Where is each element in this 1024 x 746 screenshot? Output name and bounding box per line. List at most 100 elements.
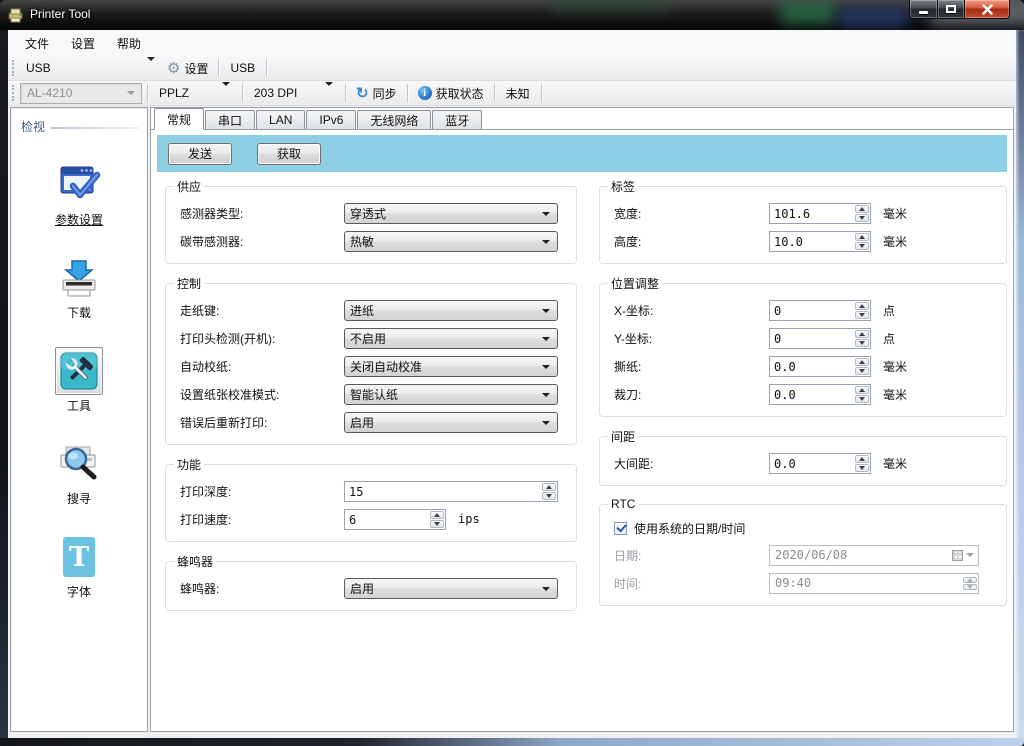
spin-up-button[interactable] xyxy=(855,205,869,213)
head-check-select[interactable]: 不启用 xyxy=(344,328,558,349)
emulation-select[interactable]: PPLZ xyxy=(153,83,237,104)
spinner-buttons[interactable] xyxy=(854,232,870,251)
spinner-buttons[interactable] xyxy=(854,357,870,376)
settings-form: 供应 感测器类型: 穿透式 碳带感测器: xyxy=(151,176,1013,622)
use-system-datetime-checkbox[interactable]: 使用系统的日期/时间 xyxy=(606,515,998,541)
spin-down-button[interactable] xyxy=(855,464,869,472)
spinner-buttons[interactable] xyxy=(854,301,870,320)
reprint-after-error-select[interactable]: 启用 xyxy=(344,412,558,433)
field-label: 撕纸: xyxy=(606,358,769,375)
sidebar-item-label: 字体 xyxy=(17,583,141,600)
toolbar-grip[interactable] xyxy=(12,85,15,101)
spin-up-button[interactable] xyxy=(855,358,869,366)
form-row: 撕纸: 0.0 毫米 xyxy=(606,352,998,380)
spin-down-button[interactable] xyxy=(855,311,869,319)
spin-up-button[interactable] xyxy=(855,233,869,241)
tab-general[interactable]: 常规 xyxy=(154,108,204,130)
port-select[interactable]: USB xyxy=(20,58,162,79)
sidebar-item-tools[interactable]: 工具 xyxy=(17,347,141,414)
spinner-buttons xyxy=(962,576,978,591)
cutter-input[interactable]: 0.0 xyxy=(769,384,871,405)
main-panel: 常规 串口 LAN IPv6 无线网络 蓝牙 发送 获取 xyxy=(150,107,1014,732)
search-printer-icon xyxy=(57,444,101,484)
x-coordinate-input[interactable]: 0 xyxy=(769,300,871,321)
unit-label: 点 xyxy=(883,302,895,319)
spinner-buttons[interactable] xyxy=(429,510,445,529)
sidebar-item-parameter-settings[interactable]: 参数设置 xyxy=(17,161,141,228)
paper-calibration-mode-select[interactable]: 智能认纸 xyxy=(344,384,558,405)
spin-down-button[interactable] xyxy=(855,339,869,347)
get-button[interactable]: 获取 xyxy=(257,143,321,165)
spin-down-button[interactable] xyxy=(855,367,869,375)
spin-up-button[interactable] xyxy=(542,483,556,491)
spinner-buttons[interactable] xyxy=(854,204,870,223)
spin-up-button[interactable] xyxy=(855,302,869,310)
spinner-buttons[interactable] xyxy=(541,482,557,501)
spin-up-button[interactable] xyxy=(430,511,444,519)
print-darkness-input[interactable]: 15 xyxy=(344,481,558,502)
buzzer-select[interactable]: 启用 xyxy=(344,578,558,599)
tear-off-input[interactable]: 0.0 xyxy=(769,356,871,377)
auto-calibration-select[interactable]: 关闭自动校准 xyxy=(344,356,558,377)
spin-down-button[interactable] xyxy=(430,520,444,528)
toolbar-grip[interactable] xyxy=(12,60,15,76)
spinner-buttons[interactable] xyxy=(854,385,870,404)
group-title: 蜂鸣器 xyxy=(174,553,216,570)
chevron-down-icon xyxy=(542,587,550,591)
tab-ipv6[interactable]: IPv6 xyxy=(306,110,356,129)
minimize-button[interactable] xyxy=(909,0,938,19)
field-label: 蜂鸣器: xyxy=(172,580,344,597)
sync-button[interactable]: ↻ 同步 xyxy=(351,85,402,102)
close-button[interactable] xyxy=(965,0,1010,19)
dpi-select[interactable]: 203 DPI xyxy=(248,83,340,104)
spin-down-button[interactable] xyxy=(855,242,869,250)
printer-tool-window: Printer Tool 文件 设置 帮助 USB xyxy=(0,0,1024,746)
spin-up-button[interactable] xyxy=(855,330,869,338)
get-status-button[interactable]: i 获取状态 xyxy=(413,85,489,102)
field-label: 打印速度: xyxy=(172,511,344,528)
spin-up-button[interactable] xyxy=(855,386,869,394)
gear-icon: ⚙ xyxy=(167,61,180,76)
label-height-input[interactable]: 10.0 xyxy=(769,231,871,252)
group-position: 位置调整 X-坐标: 0 xyxy=(599,275,1007,417)
sidebar-item-download[interactable]: 下载 xyxy=(17,254,141,321)
spin-down-button[interactable] xyxy=(542,492,556,500)
print-speed-input[interactable]: 6 xyxy=(344,509,446,530)
sensor-type-select[interactable]: 穿透式 xyxy=(344,203,558,224)
port-settings-button[interactable]: ⚙ 设置 xyxy=(162,60,213,77)
spin-down-button[interactable] xyxy=(855,214,869,222)
tab-serial[interactable]: 串口 xyxy=(205,110,255,129)
chevron-down-icon xyxy=(222,86,230,100)
toolbar-separator xyxy=(242,84,243,102)
spinner-buttons[interactable] xyxy=(854,454,870,473)
ribbon-sensor-select[interactable]: 热敏 xyxy=(344,231,558,252)
spinner-buttons[interactable] xyxy=(854,329,870,348)
menu-help[interactable]: 帮助 xyxy=(106,31,152,56)
label-width-input[interactable]: 101.6 xyxy=(769,203,871,224)
y-coordinate-input[interactable]: 0 xyxy=(769,328,871,349)
spin-up-button[interactable] xyxy=(855,455,869,463)
menu-settings[interactable]: 设置 xyxy=(60,31,106,56)
form-row: X-坐标: 0 点 xyxy=(606,296,998,324)
tools-icon xyxy=(60,352,98,390)
tab-bluetooth[interactable]: 蓝牙 xyxy=(432,110,482,129)
tab-wireless[interactable]: 无线网络 xyxy=(357,110,431,129)
maximize-button[interactable] xyxy=(938,0,965,19)
field-label: 高度: xyxy=(606,233,769,250)
info-icon: i xyxy=(418,86,432,100)
app-icon xyxy=(8,7,24,23)
tab-page-general: 发送 获取 供应 感测器类型: 穿透式 xyxy=(151,130,1013,731)
form-row: 打印速度: 6 ips xyxy=(172,505,568,533)
tab-lan[interactable]: LAN xyxy=(256,110,305,129)
sidebar-item-font[interactable]: T 字体 xyxy=(17,533,141,600)
gap-input[interactable]: 0.0 xyxy=(769,453,871,474)
spin-down-button[interactable] xyxy=(855,395,869,403)
chevron-down-icon xyxy=(127,91,135,95)
sidebar-item-search[interactable]: 搜寻 xyxy=(17,440,141,507)
send-button[interactable]: 发送 xyxy=(168,143,232,165)
form-row: 感测器类型: 穿透式 xyxy=(172,199,568,227)
form-row: 宽度: 101.6 毫米 xyxy=(606,199,998,227)
chevron-down-icon xyxy=(542,393,550,397)
feed-key-select[interactable]: 进纸 xyxy=(344,300,558,321)
menu-file[interactable]: 文件 xyxy=(14,31,60,56)
